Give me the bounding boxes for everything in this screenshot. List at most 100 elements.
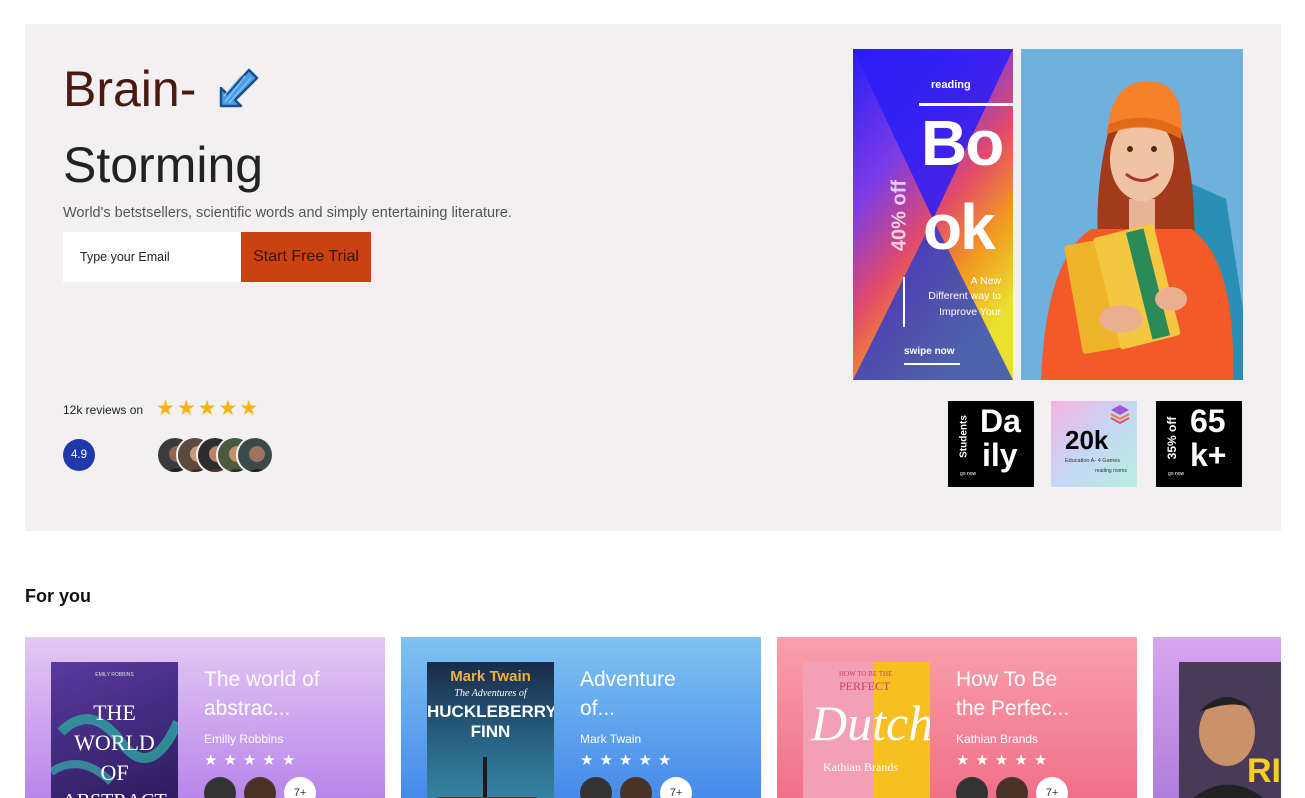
cover-top-1: HOW TO BE THE: [839, 670, 893, 678]
cover-author: Mark Twain: [450, 668, 531, 685]
star-icon: ★: [204, 752, 218, 769]
cover-cta: swipe now: [904, 346, 955, 357]
book-author: Mark Twain: [580, 732, 642, 746]
cover-tagline-1: A New: [970, 275, 1001, 287]
star-icon: ★: [956, 752, 970, 769]
review-stars: ★ ★ ★ ★ ★: [156, 397, 258, 421]
star-icon: ★: [223, 752, 237, 769]
star-icon: ★: [580, 752, 594, 769]
cover-tagline-3: Improve Your: [939, 306, 1001, 318]
star-icon: ★: [242, 752, 257, 769]
star-icon: ★: [176, 397, 196, 420]
thumb-daily-main-2: ily: [982, 437, 1018, 473]
cover-discount: 40% off: [888, 179, 911, 252]
reviewer-avatars: [156, 436, 274, 474]
student-photo: [1021, 49, 1243, 380]
email-input[interactable]: [63, 232, 241, 282]
hero-title-line1: Brain-: [63, 61, 197, 117]
avatar: [956, 777, 988, 798]
book-cover: HOW TO BE THE PERFECT Dutch Kathian Bran…: [803, 662, 930, 798]
book-card[interactable]: EMILY ROBBINS THE WORLD OF ABSTRACT The …: [25, 637, 385, 798]
cover-big-text-1: Bo: [921, 107, 1004, 179]
avatar: [244, 777, 276, 798]
star-icon: ★: [618, 752, 633, 769]
avatar: [620, 777, 652, 798]
thumb-65k[interactable]: 35% off 65 k+ go now: [1156, 401, 1242, 487]
hero-subtitle: World's betstsellers, scientific words a…: [63, 205, 512, 221]
cover-tagline-2: Different way to: [928, 290, 1001, 302]
cover-title-3: OF: [100, 760, 129, 785]
reader-avatars: 7+: [204, 777, 316, 798]
reader-avatars: 7+: [580, 777, 692, 798]
book-card[interactable]: HOW TO BE THE PERFECT Dutch Kathian Bran…: [777, 637, 1137, 798]
thumb-20k-small2: reading rooms: [1095, 468, 1127, 474]
hand-drawn-arrow-icon: [211, 62, 263, 119]
book-title[interactable]: How To Be the Perfec...: [956, 665, 1086, 723]
avatar: [204, 777, 236, 798]
cover-top-word: reading: [931, 79, 971, 91]
cover-sub: The Adventures of: [454, 688, 527, 699]
book-card[interactable]: Mark Twain The Adventures of HUCKLEBERRY…: [401, 637, 761, 798]
thumb-20k[interactable]: 20k Education A- 4 Games reading rooms: [1051, 401, 1137, 487]
thumb-daily[interactable]: Students Da ily go now: [948, 401, 1034, 487]
hero-title-line2: Storming: [63, 137, 264, 193]
rating-badge: 4.9: [63, 439, 95, 471]
cover-divider: [903, 277, 905, 327]
reader-avatars: 7+: [956, 777, 1068, 798]
star-icon: ★: [1033, 752, 1048, 769]
section-title: For you: [25, 586, 91, 606]
book-cards-carousel: EMILY ROBBINS THE WORLD OF ABSTRACT The …: [25, 637, 1281, 798]
thumb-daily-side-text: Students: [958, 415, 970, 458]
star-icon: ★: [239, 397, 259, 420]
book-title[interactable]: Adventure of...: [580, 665, 710, 723]
book-rating: ★ ★ ★ ★ ★: [956, 751, 1047, 769]
star-icon: ★: [218, 397, 238, 420]
thumb-20k-small: Education A- 4 Games: [1065, 458, 1121, 464]
layers-icon: [1110, 405, 1130, 425]
book-title[interactable]: The world of abstrac...: [204, 665, 334, 723]
star-icon: ★: [281, 752, 296, 769]
thumb-daily-main-1: Da: [980, 403, 1021, 439]
avatar: [996, 777, 1028, 798]
book-cover: Mark Twain The Adventures of HUCKLEBERRY…: [427, 662, 554, 798]
star-icon: ★: [975, 752, 989, 769]
thumb-65k-small: go now: [1168, 471, 1185, 477]
star-icon: ★: [262, 752, 276, 769]
start-free-trial-button[interactable]: Start Free Trial: [241, 232, 371, 282]
cover-author: EMILY ROBBINS: [95, 672, 134, 678]
book-author: Emilly Robbins: [204, 732, 284, 746]
star-icon: ★: [599, 752, 613, 769]
featured-book-cover[interactable]: reading Bo ok 40% off A New Different wa…: [853, 49, 1013, 380]
cover-big-text-2: ok: [923, 191, 996, 263]
cover-cta-underline: [904, 363, 960, 365]
more-readers-badge[interactable]: 7+: [1036, 777, 1068, 798]
book-card[interactable]: RIC: [1153, 637, 1281, 798]
book-author: Kathian Brands: [956, 732, 1039, 746]
book-rating: ★ ★ ★ ★ ★: [580, 751, 671, 769]
cover-top-2: PERFECT: [839, 679, 891, 693]
book-cover: RIC: [1179, 662, 1281, 798]
thumb-daily-small: go now: [960, 471, 977, 477]
book-cover: EMILY ROBBINS THE WORLD OF ABSTRACT: [51, 662, 178, 798]
thumb-65k-main-2: k+: [1190, 437, 1227, 473]
star-icon: ★: [197, 397, 217, 420]
cover-title-1: HUCKLEBERRY: [427, 702, 554, 721]
reviews-count: 12k reviews on: [63, 403, 144, 417]
cover-title-2: FINN: [470, 722, 511, 741]
thumb-65k-main-1: 65: [1190, 403, 1226, 439]
star-icon: ★: [638, 752, 652, 769]
cover-title-4: ABSTRACT: [51, 790, 178, 798]
thumb-20k-main: 20k: [1065, 425, 1109, 455]
more-readers-badge[interactable]: 7+: [660, 777, 692, 798]
star-icon: ★: [994, 752, 1009, 769]
star-icon: ★: [1014, 752, 1028, 769]
cover-title-1: THE: [93, 700, 136, 725]
thumb-65k-side-text: 35% off: [1165, 416, 1179, 460]
hero-banner: Brain- Storming World's betstsellers, sc…: [25, 24, 1281, 531]
avatar: [236, 436, 274, 474]
cover-title: Dutch: [811, 695, 930, 751]
book-rating: ★ ★ ★ ★ ★: [204, 751, 295, 769]
more-readers-badge[interactable]: 7+: [284, 777, 316, 798]
star-icon: ★: [657, 752, 672, 769]
star-icon: ★: [156, 397, 175, 420]
